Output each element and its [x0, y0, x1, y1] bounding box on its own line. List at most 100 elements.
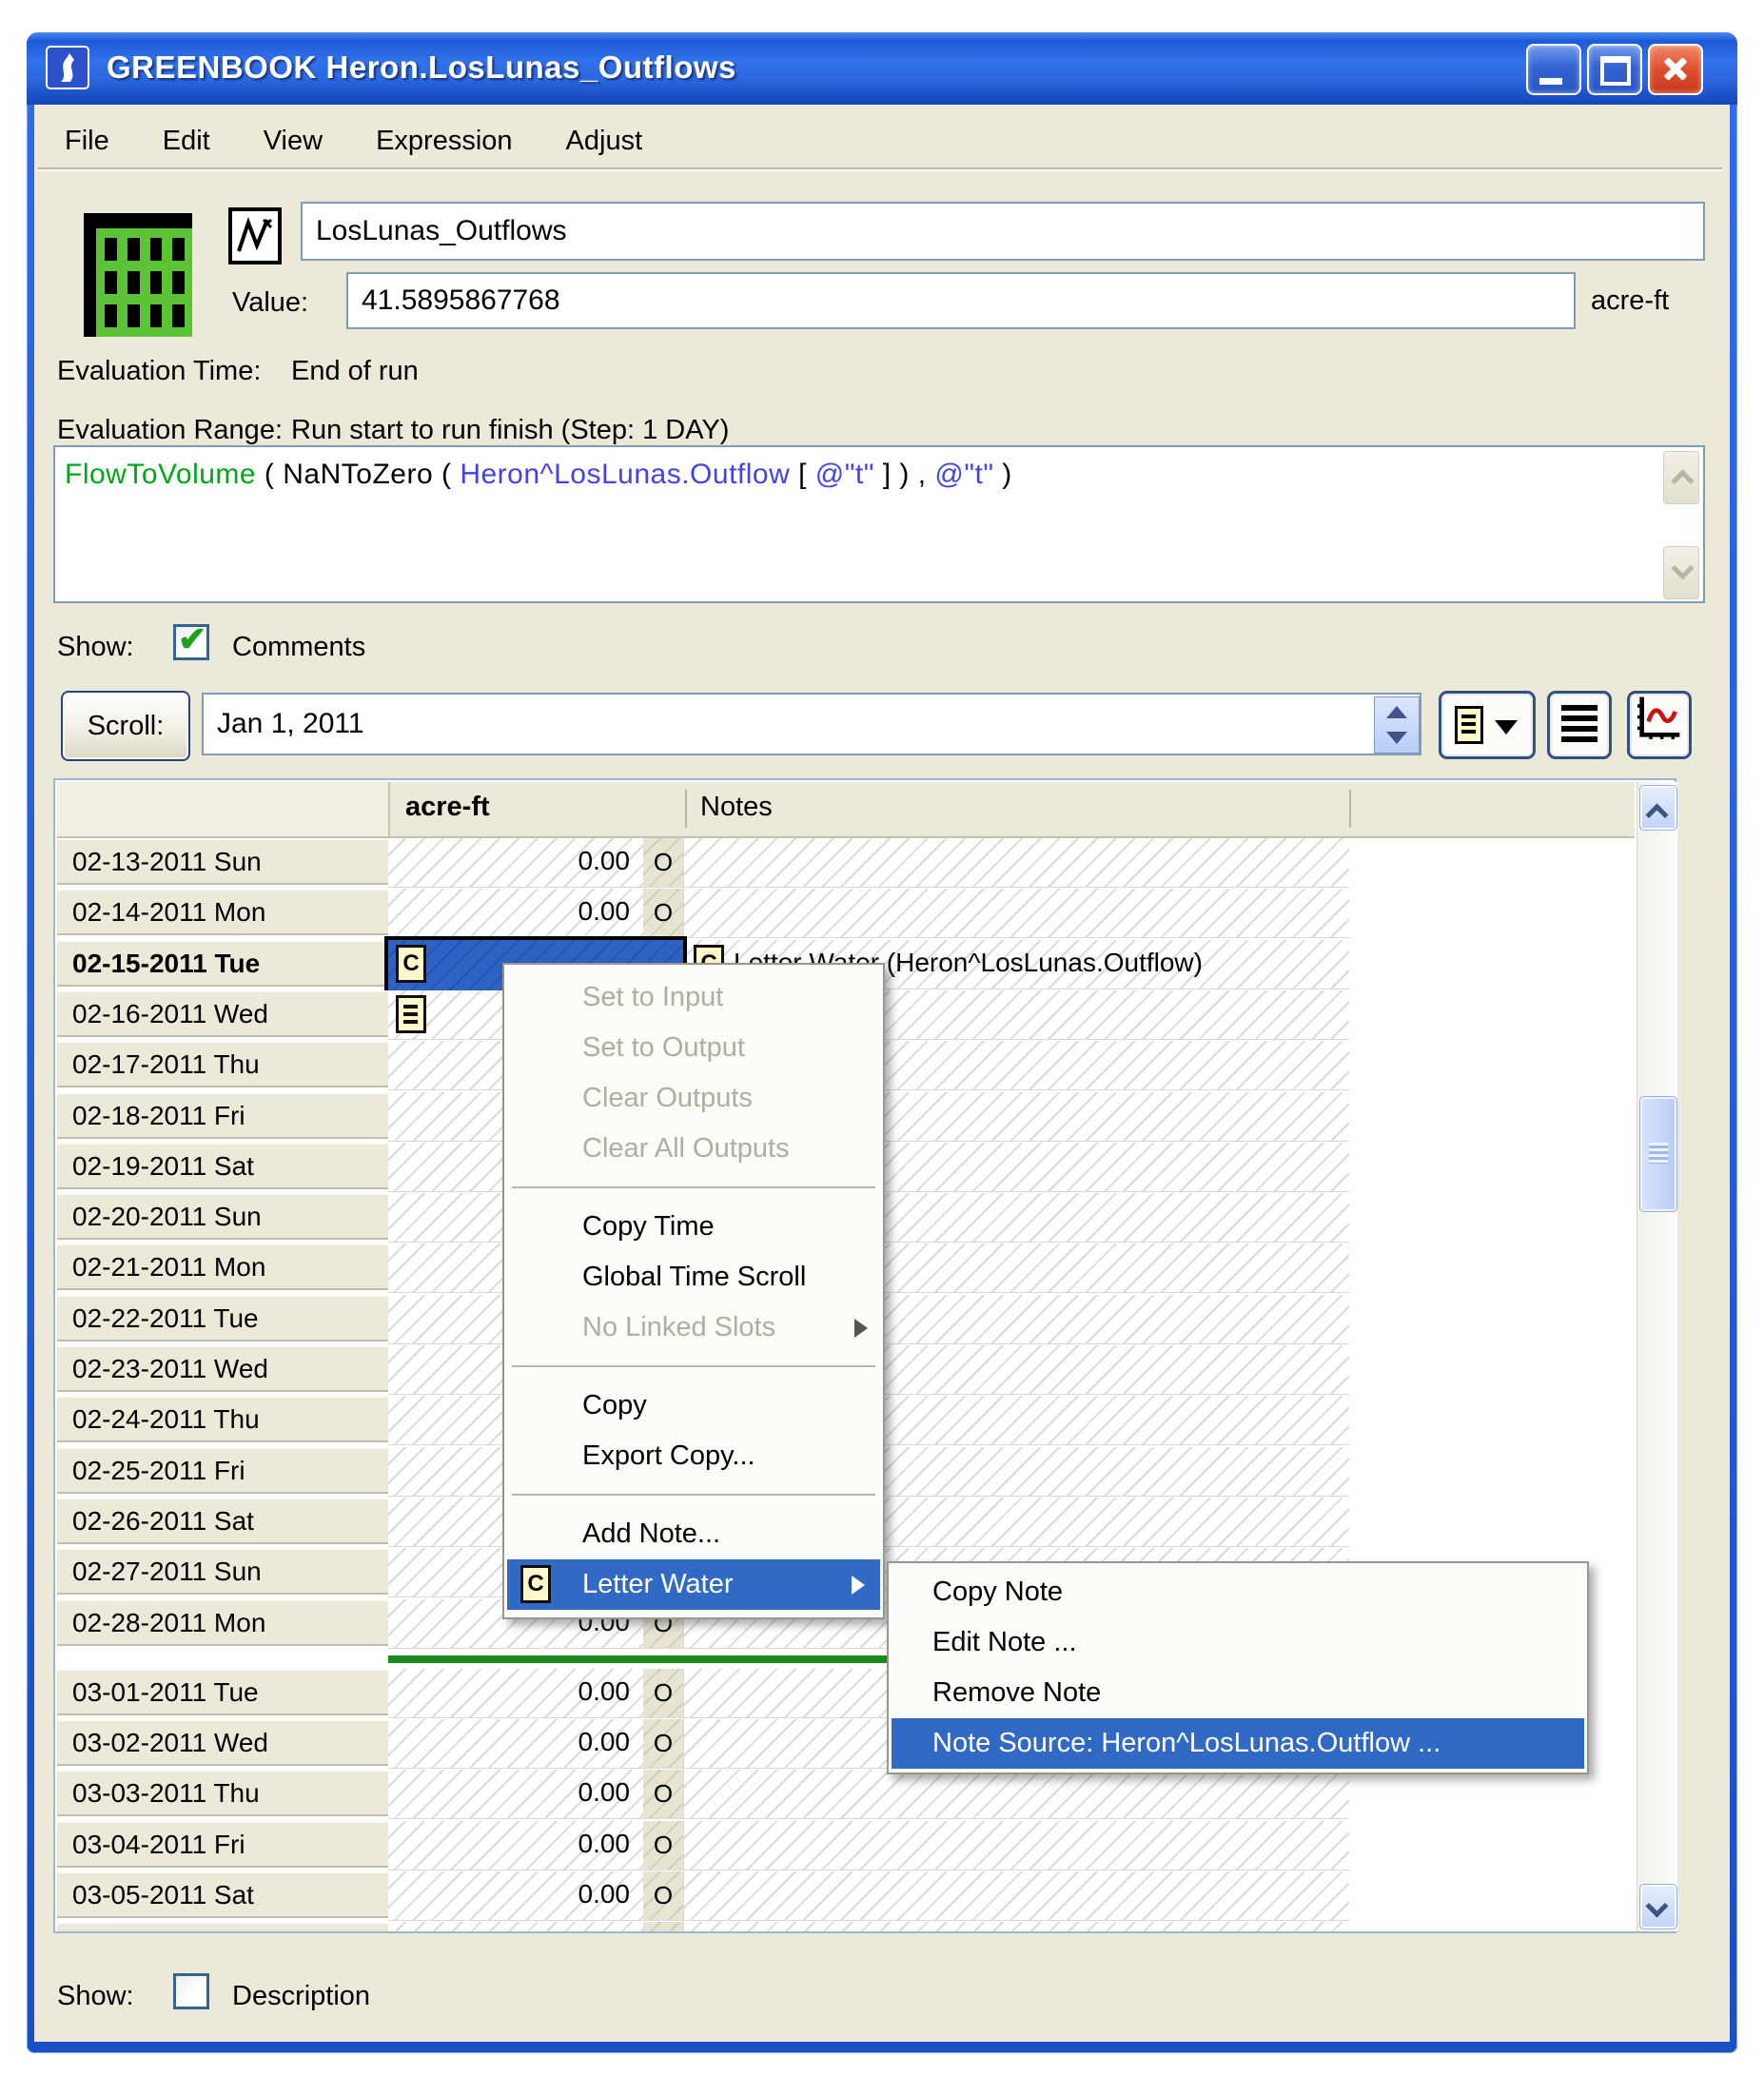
row-date-cell[interactable]: 03-02-2011 Wed — [57, 1719, 403, 1766]
row-flag-cell[interactable]: O — [643, 1669, 683, 1718]
row-date-cell[interactable]: 02-27-2011 Sun — [57, 1548, 403, 1595]
row-value-cell[interactable]: 0.00 — [388, 1669, 643, 1718]
date-column-header[interactable] — [57, 782, 390, 836]
menu-item-copy-time[interactable]: Copy Time — [504, 1202, 883, 1252]
menu-item-label: No Linked Slots — [582, 1312, 775, 1342]
notes-menu-button[interactable] — [1439, 691, 1536, 759]
row-flag-cell[interactable] — [643, 1922, 683, 1931]
menu-item-note-source-heron-loslunas-outflow[interactable]: Note Source: Heron^LosLunas.Outflow ... — [892, 1718, 1584, 1769]
scroll-up-button[interactable] — [1639, 785, 1677, 831]
menubar-item-view[interactable]: View — [237, 116, 349, 166]
row-date-cell[interactable]: 02-24-2011 Thu — [57, 1396, 403, 1442]
menu-item-letter-water[interactable]: Letter WaterC — [507, 1559, 880, 1610]
row-flag-cell[interactable]: O — [643, 1770, 683, 1819]
scrollbar-thumb[interactable] — [1639, 1096, 1677, 1212]
row-flag-cell[interactable]: O — [643, 1871, 683, 1921]
slot-name-input[interactable] — [301, 202, 1705, 261]
row-flag-cell[interactable]: O — [643, 1719, 683, 1769]
row-date-cell[interactable]: 02-21-2011 Mon — [57, 1244, 403, 1290]
row-value-cell[interactable]: 0.00 — [388, 1719, 643, 1769]
row-notes-cell[interactable] — [683, 1770, 1349, 1819]
menubar-item-edit[interactable]: Edit — [136, 116, 237, 166]
menu-item-label: Export Copy... — [582, 1440, 755, 1471]
row-date-cell[interactable]: 03-04-2011 Fri — [57, 1821, 403, 1868]
maximize-button[interactable] — [1587, 44, 1642, 95]
menu-item-no-linked-slots[interactable]: No Linked Slots — [504, 1302, 883, 1353]
row-date-cell[interactable] — [57, 1922, 403, 1931]
row-value-cell[interactable]: 0.00 — [388, 838, 643, 888]
row-value-cell[interactable]: 0.00 — [388, 1821, 643, 1870]
row-date-cell[interactable]: 02-14-2011 Mon — [57, 889, 403, 935]
menubar-item-file[interactable]: File — [38, 116, 136, 166]
row-notes-cell[interactable] — [683, 889, 1349, 938]
unit-column-header[interactable]: acre-ft — [405, 792, 490, 823]
row-notes-cell[interactable] — [683, 1821, 1349, 1870]
row-value-cell[interactable]: 0.00 — [388, 889, 643, 938]
row-notes-cell[interactable] — [683, 1871, 1349, 1921]
chevron-up-icon — [1645, 803, 1668, 826]
titlebar[interactable]: GREENBOOK Heron.LosLunas_Outflows — [27, 32, 1737, 105]
scroll-down-button[interactable] — [1639, 1884, 1677, 1929]
row-date-cell[interactable]: 03-03-2011 Thu — [57, 1770, 403, 1816]
row-date-cell[interactable]: 02-26-2011 Sat — [57, 1498, 403, 1544]
value-input[interactable] — [346, 272, 1576, 329]
row-date-cell[interactable]: 03-01-2011 Tue — [57, 1669, 403, 1715]
scroll-button[interactable]: Scroll: — [61, 691, 190, 761]
submenu-arrow-icon — [852, 1576, 865, 1595]
menu-item-set-to-input[interactable]: Set to Input — [504, 972, 883, 1023]
menu-item-copy-note[interactable]: Copy Note — [889, 1567, 1587, 1617]
close-button[interactable] — [1648, 44, 1703, 95]
row-date-cell[interactable]: 02-15-2011 Tue — [57, 940, 403, 987]
row-date-cell[interactable]: 02-23-2011 Wed — [57, 1345, 403, 1392]
list-view-button[interactable] — [1547, 691, 1612, 759]
menu-item-export-copy[interactable]: Export Copy... — [504, 1431, 883, 1481]
menubar-item-expression[interactable]: Expression — [349, 116, 539, 166]
expression-segment: @"t" — [815, 459, 874, 490]
row-date-cell[interactable]: 02-17-2011 Thu — [57, 1041, 403, 1087]
row-value-cell[interactable]: 0.00 — [388, 1770, 643, 1819]
row-notes-cell[interactable] — [683, 1922, 1349, 1931]
expression-scroll-down-button[interactable] — [1663, 546, 1699, 599]
minimize-button[interactable] — [1526, 44, 1581, 95]
row-date-cell[interactable]: 02-28-2011 Mon — [57, 1599, 403, 1646]
row-date-cell[interactable]: 02-18-2011 Fri — [57, 1092, 403, 1139]
cell-value: 0.00 — [578, 1829, 631, 1859]
menu-item-clear-all-outputs[interactable]: Clear All Outputs — [504, 1124, 883, 1174]
notes-column-header[interactable]: Notes — [700, 792, 773, 823]
scroll-date-input[interactable] — [202, 693, 1421, 755]
row-date-cell[interactable]: 02-20-2011 Sun — [57, 1193, 403, 1240]
maximize-icon — [1600, 56, 1631, 86]
menu-item-add-note[interactable]: Add Note... — [504, 1509, 883, 1559]
menu-item-global-time-scroll[interactable]: Global Time Scroll — [504, 1252, 883, 1302]
menubar-item-adjust[interactable]: Adjust — [539, 116, 670, 166]
plot-thumbnail-icon[interactable] — [228, 207, 282, 264]
expression-editor[interactable]: FlowToVolume ( NaNToZero ( Heron^LosLuna… — [53, 445, 1705, 603]
menu-item-set-to-output[interactable]: Set to Output — [504, 1023, 883, 1073]
row-date-cell[interactable]: 02-25-2011 Fri — [57, 1447, 403, 1494]
row-date-cell[interactable]: 02-13-2011 Sun — [57, 838, 403, 885]
menu-item-remove-note[interactable]: Remove Note — [889, 1668, 1587, 1718]
show-label-bottom: Show: — [57, 1981, 134, 2012]
row-date-cell[interactable]: 02-16-2011 Wed — [57, 990, 403, 1037]
table-vertical-scrollbar[interactable] — [1637, 782, 1677, 1931]
comments-checkbox[interactable]: ✔ — [173, 624, 209, 660]
expression-scroll-up-button[interactable] — [1663, 451, 1699, 504]
menu-item-edit-note[interactable]: Edit Note ... — [889, 1617, 1587, 1668]
row-flag-cell[interactable]: O — [643, 889, 683, 938]
row-date-cell[interactable]: 03-05-2011 Sat — [57, 1871, 403, 1918]
note-document-icon — [1455, 706, 1483, 744]
date-spinner[interactable] — [1374, 696, 1420, 754]
cell-value: 0.00 — [578, 1676, 631, 1707]
row-flag-cell[interactable]: O — [643, 838, 683, 888]
menu-item-clear-outputs[interactable]: Clear Outputs — [504, 1073, 883, 1124]
row-value-cell[interactable] — [388, 1922, 643, 1931]
row-value-cell[interactable]: 0.00 — [388, 1871, 643, 1921]
row-flag-cell[interactable]: O — [643, 1821, 683, 1870]
description-checkbox[interactable] — [173, 1973, 209, 2009]
row-notes-cell[interactable] — [683, 838, 1349, 888]
plot-view-button[interactable] — [1627, 691, 1692, 759]
menu-item-copy[interactable]: Copy — [504, 1381, 883, 1431]
context-menu: Set to InputSet to OutputClear OutputsCl… — [502, 963, 885, 1619]
row-date-cell[interactable]: 02-19-2011 Sat — [57, 1143, 403, 1189]
row-date-cell[interactable]: 02-22-2011 Tue — [57, 1295, 403, 1342]
